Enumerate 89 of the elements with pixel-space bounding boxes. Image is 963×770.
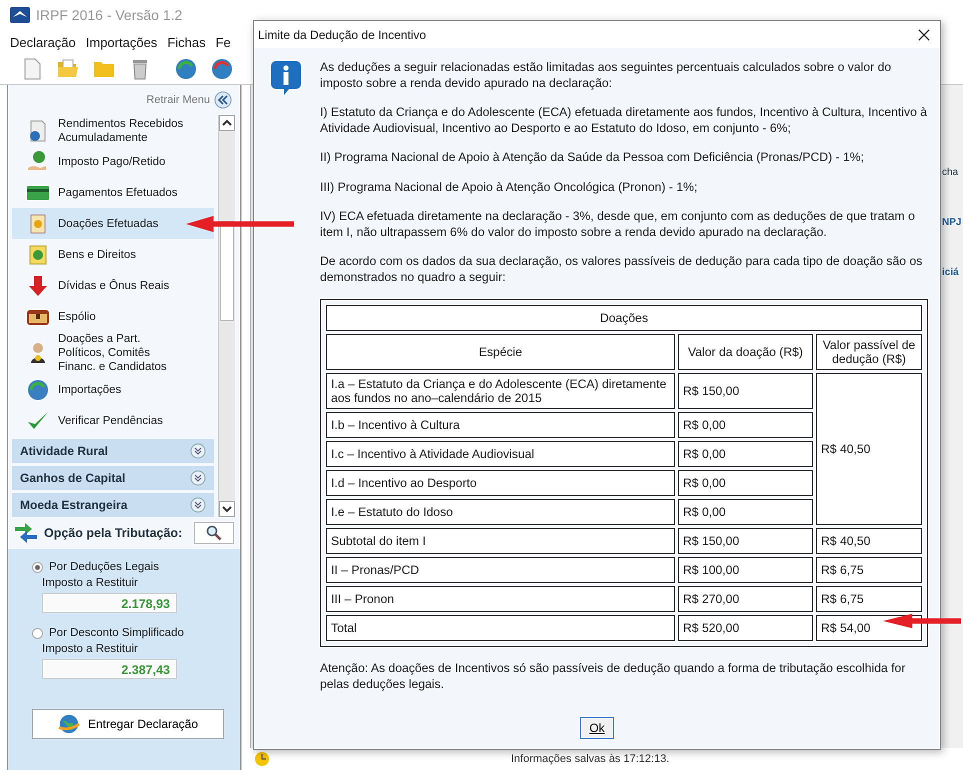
chevron-up-icon[interactable] <box>219 115 235 131</box>
table-cell: I.e – Estatuto do Idoso <box>326 499 675 526</box>
table-cell: Subtotal do item I <box>326 528 675 554</box>
table-cell: R$ 270,00 <box>678 586 813 612</box>
clock-icon <box>254 751 270 767</box>
sidebar-item[interactable]: Doações a Part. Políticos, Comitês Financ. e Candidatos <box>12 332 214 374</box>
down-arrow-icon <box>26 274 50 298</box>
collapse-menu-link[interactable]: Retrair Menu <box>146 94 210 106</box>
sync-icon <box>26 378 50 402</box>
radio-label[interactable]: Por Deduções Legais <box>49 561 159 573</box>
field-label: Imposto a Restituir <box>42 577 139 589</box>
menu-item[interactable]: Fichas <box>167 34 206 50</box>
table-cell: R$ 520,00 <box>678 615 813 642</box>
sidebar-item[interactable]: Verificar Pendências <box>12 405 214 436</box>
table-cell: I.b – Incentivo à Cultura <box>326 412 675 438</box>
table-cell: R$ 100,00 <box>678 557 813 584</box>
submit-declaration-button[interactable]: Entregar Declaração <box>32 709 224 739</box>
sidebar-item[interactable]: Dívidas e Ônus Reais <box>12 270 214 301</box>
note-text: Atenção: As doações de Incentivos só são passíveis de dedução quando a forma de tributação escolhida for pelas deduções legais. <box>320 661 906 692</box>
sidebar-item[interactable]: Espólio <box>12 301 214 332</box>
table-cell: Total <box>326 615 675 642</box>
menu-item[interactable]: Importações <box>86 34 158 50</box>
menu-item[interactable]: Declaração <box>10 34 76 50</box>
radio-button[interactable] <box>32 628 43 638</box>
table-cell: I.a – Estatuto da Criança e do Adolescente (ECA) diretamente aos fundos no ano–calendário de 2015 <box>326 373 675 410</box>
table-cell: R$ 40,50 <box>816 373 922 526</box>
table-cell: II – Pronas/PCD <box>326 557 675 584</box>
column-header: Espécie <box>326 334 675 370</box>
background-text: iciá <box>942 267 960 278</box>
ok-button[interactable]: Ok <box>580 716 614 739</box>
dialog-title: Limite da Dedução de Incentivo <box>258 28 426 42</box>
background-text: NPJ <box>942 217 962 228</box>
dialog-paragraph: As deduções a seguir relacionadas estão limitadas aos seguintes percentuais calculados sobre o valor do imposto sobre a renda devido apurado na declaração: <box>320 60 892 92</box>
double-chevron-down-icon[interactable] <box>190 443 206 459</box>
field-label: Imposto a Restituir <box>42 643 139 655</box>
window-title: IRPF 2016 - Versão 1.2 <box>36 7 182 23</box>
globe-icon <box>58 713 80 735</box>
dialog-paragraph: II) Programa Nacional de Apoio à Atenção da Saúde da Pessoa com Deficiência (Pronas/PCD) - 1%; <box>320 150 865 166</box>
chevron-down-icon[interactable] <box>219 501 235 517</box>
menu-item[interactable]: Fe <box>216 34 231 50</box>
sync-icon[interactable] <box>210 57 234 81</box>
table-cell: R$ 6,75 <box>816 586 922 612</box>
table-caption: Doações <box>326 305 922 332</box>
table-cell: R$ 0,00 <box>678 412 813 438</box>
double-chevron-down-icon[interactable] <box>190 470 206 486</box>
sidebar-item[interactable]: Importações <box>12 374 214 405</box>
section-header[interactable]: Moeda Estrangeira <box>12 493 214 517</box>
table-cell: III – Pronon <box>326 586 675 612</box>
background-text: cha <box>942 167 960 178</box>
column-header: Valor passível de dedução (R$) <box>816 334 922 370</box>
radio-label[interactable]: Por Desconto Simplificado <box>49 627 184 639</box>
table-cell: R$ 6,75 <box>816 557 922 584</box>
section-header[interactable]: Ganhos de Capital <box>12 466 214 490</box>
table-cell: R$ 150,00 <box>678 373 813 410</box>
double-chevron-down-icon[interactable] <box>190 497 206 513</box>
sidebar-item[interactable]: Imposto Pago/Retido <box>12 146 214 177</box>
dialog-paragraph: III) Programa Nacional de Apoio à Atenção Oncológica (Pronon) - 1%; <box>320 180 698 196</box>
sync-icon[interactable] <box>174 57 198 81</box>
sidebar-item[interactable]: Rendimentos Recebidos Acumuladamente <box>12 115 214 146</box>
table-cell: R$ 0,00 <box>678 499 813 526</box>
column-header: Valor da doação (R$) <box>678 334 813 370</box>
scrollbar-thumb[interactable] <box>220 221 234 321</box>
table-cell: R$ 0,00 <box>678 470 813 496</box>
table-cell: I.c – Incentivo à Atividade Audiovisual <box>326 441 675 468</box>
info-icon <box>270 60 302 96</box>
scrollbar[interactable] <box>218 115 235 517</box>
search-button[interactable] <box>194 522 234 544</box>
sidebar-item[interactable]: Bens e Direitos <box>12 239 214 270</box>
sidebar-item[interactable]: Doações Efetuadas <box>12 208 214 239</box>
tax-option-title: Opção pela Tributação: <box>44 526 184 540</box>
table-cell: R$ 54,00 <box>816 615 922 642</box>
table-cell: R$ 0,00 <box>678 441 813 468</box>
close-icon[interactable] <box>918 28 930 41</box>
dialog-paragraph: I) Estatuto da Criança e do Adolescente (ECA) efetuada diretamente aos fundos, Incentivo à Cultura, Incentivo à Atividade Audiovisual, Incentivo ao Desporto e ao Estatuto do Idoso, em conjunto - 6%; <box>320 105 928 136</box>
radio-button[interactable] <box>32 562 43 572</box>
app-logo-icon <box>10 7 30 23</box>
section-header[interactable]: Atividade Rural <box>12 439 214 463</box>
amount-field: 2.178,93 <box>42 593 177 613</box>
dialog-paragraph: IV) ECA efetuada diretamente na declaração - 3%, desde que, em conjunto com as deduções de que tratam o item I, não ultrapassem 6% do valor do imposto sobre a renda devido apurado na declaração. <box>320 209 916 240</box>
dialog-paragraph: De acordo com os dados da sua declaração, os valores passíveis de dedução para cada tipo de doação são os demonstrados no quadro a seguir: <box>320 254 924 286</box>
search-icon <box>206 525 222 541</box>
table-cell: R$ 150,00 <box>678 528 813 554</box>
amount-field: 2.387,43 <box>42 659 177 679</box>
table-cell: R$ 40,50 <box>816 528 922 554</box>
table-cell: I.d – Incentivo ao Desporto <box>326 470 675 496</box>
swap-arrows-icon <box>14 523 38 543</box>
double-chevron-left-icon[interactable] <box>214 91 232 109</box>
status-text: Informações salvas às 17:12:13. <box>510 753 670 765</box>
sidebar-item[interactable]: Pagamentos Efetuados <box>12 177 214 208</box>
